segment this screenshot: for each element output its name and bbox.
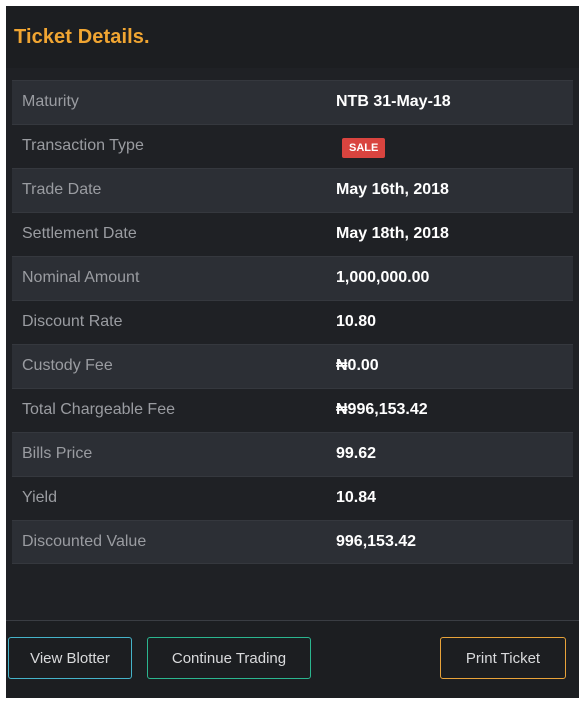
detail-value: 10.80: [336, 313, 377, 330]
detail-row-total-chargeable-fee: Total Chargeable Fee ₦996,153.42: [12, 388, 573, 432]
panel-header: Ticket Details.: [6, 6, 579, 68]
detail-label: Discount Rate: [22, 313, 123, 330]
detail-value: 1,000,000.00: [336, 269, 430, 286]
detail-value: May 16th, 2018: [336, 181, 449, 198]
detail-row-settlement-date: Settlement Date May 18th, 2018: [12, 212, 573, 256]
sale-badge: SALE: [342, 138, 386, 158]
detail-label: Yield: [22, 489, 57, 506]
detail-row-trade-date: Trade Date May 16th, 2018: [12, 168, 573, 212]
detail-row-custody-fee: Custody Fee ₦0.00: [12, 344, 573, 388]
details-table: Maturity NTB 31-May-18 Transaction Type …: [12, 80, 573, 564]
detail-label: Bills Price: [22, 445, 93, 462]
view-blotter-button[interactable]: View Blotter: [8, 637, 132, 679]
detail-value: 10.84: [336, 489, 377, 506]
detail-row-nominal-amount: Nominal Amount 1,000,000.00: [12, 256, 573, 300]
detail-value: 996,153.42: [336, 533, 417, 550]
detail-row-transaction-type: Transaction Type SALE: [12, 124, 573, 168]
detail-label: Discounted Value: [22, 533, 147, 550]
detail-value: ₦996,153.42: [336, 401, 428, 418]
continue-trading-button[interactable]: Continue Trading: [147, 637, 311, 679]
detail-value: ₦0.00: [336, 357, 379, 374]
detail-value: May 18th, 2018: [336, 225, 449, 242]
print-ticket-button[interactable]: Print Ticket: [440, 637, 566, 679]
detail-label: Custody Fee: [22, 357, 113, 374]
detail-label: Trade Date: [22, 181, 102, 198]
detail-label: Total Chargeable Fee: [22, 401, 175, 418]
detail-row-discounted-value: Discounted Value 996,153.42: [12, 520, 573, 564]
detail-row-maturity: Maturity NTB 31-May-18: [12, 80, 573, 124]
detail-label: Transaction Type: [22, 137, 144, 154]
detail-value: 99.62: [336, 445, 377, 462]
detail-label: Settlement Date: [22, 225, 137, 242]
detail-label: Maturity: [22, 93, 79, 110]
detail-row-yield: Yield 10.84: [12, 476, 573, 520]
panel-footer: View Blotter Continue Trading Print Tick…: [6, 620, 579, 699]
detail-row-discount-rate: Discount Rate 10.80: [12, 300, 573, 344]
ticket-details-panel: Ticket Details. Maturity NTB 31-May-18 T…: [6, 6, 579, 699]
detail-row-bills-price: Bills Price 99.62: [12, 432, 573, 476]
detail-value: NTB 31-May-18: [336, 93, 451, 110]
panel-title: Ticket Details.: [14, 26, 150, 48]
page-bottom-strip: [6, 698, 579, 704]
detail-label: Nominal Amount: [22, 269, 140, 286]
